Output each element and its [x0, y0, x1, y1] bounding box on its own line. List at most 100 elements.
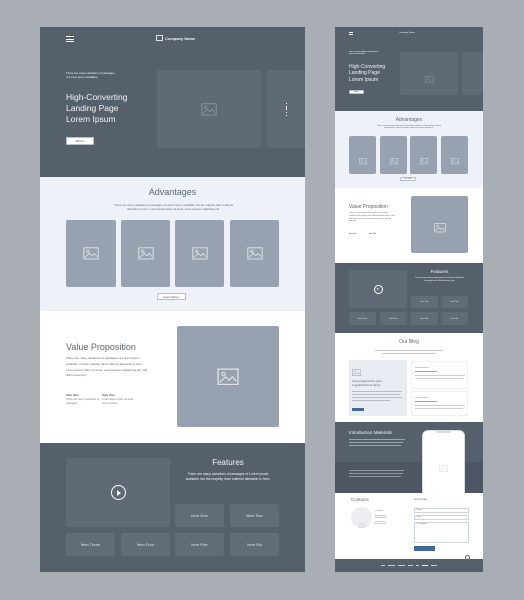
- name-input[interactable]: Name: [414, 508, 469, 513]
- send-button[interactable]: [414, 546, 435, 551]
- hero-title-line: Landing Page: [66, 103, 119, 113]
- feature-item[interactable]: Item Four: [121, 533, 170, 556]
- feature-item[interactable]: Item Two: [230, 504, 279, 527]
- advantages-text: There are many variations of passages of…: [377, 126, 441, 130]
- hero-title-line: Lorem Ipsum: [66, 114, 116, 124]
- play-icon[interactable]: [110, 485, 126, 500]
- image-icon: [389, 152, 398, 165]
- hero-intro: There are many variations of passages of…: [349, 52, 379, 56]
- advantages-title: Advantages: [148, 187, 197, 197]
- hamburger-icon[interactable]: [66, 36, 74, 42]
- vertical-dots-icon[interactable]: [285, 102, 287, 116]
- feature-item[interactable]: Item Three: [66, 533, 115, 556]
- feature-item[interactable]: Item Five: [411, 312, 438, 325]
- feature-item[interactable]: Item Six: [230, 533, 279, 556]
- hero-title: High-Converting Landing Page Lorem Ipsum: [66, 92, 127, 125]
- feature-item[interactable]: Item Six: [441, 312, 468, 325]
- value-title: Value Proposition: [66, 342, 136, 352]
- intro-text: [349, 473, 403, 474]
- message-input[interactable]: Your Message: [414, 522, 469, 543]
- intro-text: [349, 445, 401, 446]
- contact-avatar: [351, 507, 372, 528]
- image-icon: [137, 247, 154, 260]
- blog-post[interactable]: [411, 391, 468, 416]
- footer-link[interactable]: [431, 565, 437, 566]
- value-item-one: Item One: [349, 233, 357, 235]
- hero-button[interactable]: Button: [66, 137, 94, 145]
- footer-link[interactable]: [422, 565, 428, 566]
- blog-text: [375, 350, 443, 351]
- features-video[interactable]: [349, 270, 407, 308]
- feature-item[interactable]: Item Three: [349, 312, 376, 325]
- value-text: There are many variations of passages of…: [349, 213, 395, 223]
- footer-link[interactable]: [408, 565, 413, 566]
- intro-title: Introduction Materials: [349, 430, 393, 435]
- play-icon[interactable]: [373, 284, 383, 294]
- blog-post-title: Going against the grain, AngelPlanKit it…: [352, 379, 383, 387]
- hero-button[interactable]: Button: [349, 90, 364, 94]
- advantage-card: [380, 136, 407, 174]
- learn-more-button[interactable]: Learn More ›: [400, 177, 416, 181]
- advantages-title: Advantages: [395, 117, 423, 123]
- blog-post-text: [352, 397, 402, 398]
- feature-item[interactable]: Item One: [175, 504, 224, 527]
- image-icon: [419, 152, 428, 165]
- feature-item[interactable]: Item Two: [441, 296, 468, 308]
- features-video[interactable]: [66, 458, 170, 527]
- item-text: Lorem ipsum dolor sit amet, cons ectetue…: [102, 398, 135, 405]
- intro-text: [349, 470, 404, 471]
- feature-item[interactable]: Item One: [411, 296, 438, 308]
- advantage-card: [230, 220, 279, 287]
- footer-link[interactable]: [398, 565, 405, 566]
- narrow-footer: [335, 559, 483, 572]
- image-icon: [358, 152, 367, 165]
- features-title: Features: [212, 458, 244, 467]
- hamburger-icon[interactable]: [349, 32, 353, 35]
- blog-post-featured[interactable]: Going against the grain, AngelPlanKit it…: [349, 360, 407, 416]
- value-item-two: Item Two Lorem ipsum dolor sit amet, con…: [102, 393, 136, 406]
- image-icon: [83, 247, 99, 260]
- hero-image: [400, 52, 458, 95]
- features-title: Features: [430, 269, 449, 274]
- phone-mockup: [422, 430, 465, 494]
- footer-link[interactable]: [388, 565, 395, 566]
- advantage-card: [121, 220, 170, 287]
- value-image: [177, 326, 279, 427]
- contact-info: [375, 515, 386, 516]
- contact-info: [375, 510, 383, 511]
- footer-link[interactable]: [416, 565, 419, 566]
- advantage-card: [175, 220, 224, 287]
- learn-more-button[interactable]: Learn More ›: [157, 293, 186, 300]
- image-icon: [433, 220, 446, 233]
- features-text: There are many variations of passages of…: [185, 472, 271, 481]
- feature-item[interactable]: Item Five: [175, 533, 224, 556]
- image-icon: [246, 247, 263, 260]
- intro-text: [349, 476, 401, 477]
- contact-info: [375, 523, 385, 524]
- hero-side-card: [462, 52, 483, 95]
- image-icon: [424, 70, 434, 83]
- advantage-card: [349, 136, 376, 174]
- advantage-card: [410, 136, 437, 174]
- intro-text: [349, 439, 405, 440]
- value-item-one: Item One There are many variations of pa…: [66, 393, 100, 406]
- footer-link[interactable]: [381, 565, 385, 566]
- feature-item[interactable]: Item Four: [380, 312, 407, 325]
- blog-post-text: [352, 400, 390, 401]
- blog-post[interactable]: [411, 361, 468, 389]
- read-more-button[interactable]: [352, 408, 364, 411]
- blog-post-text: [352, 391, 402, 392]
- email-input[interactable]: Email: [414, 515, 469, 520]
- image-icon: [450, 152, 459, 165]
- contacts-title: Contacts: [351, 497, 369, 502]
- image-icon: [358, 515, 365, 528]
- item-title: Item One: [66, 393, 79, 397]
- blog-title: Our Blog: [399, 339, 419, 345]
- item-title: Item Two: [102, 393, 115, 397]
- hero-side-card: [267, 70, 305, 148]
- advantages-text: There are many variations of passages of…: [114, 203, 233, 211]
- image-icon: [217, 368, 239, 386]
- logo[interactable]: Company Name: [156, 35, 195, 41]
- intro-text: [349, 442, 403, 443]
- value-image: [411, 196, 468, 253]
